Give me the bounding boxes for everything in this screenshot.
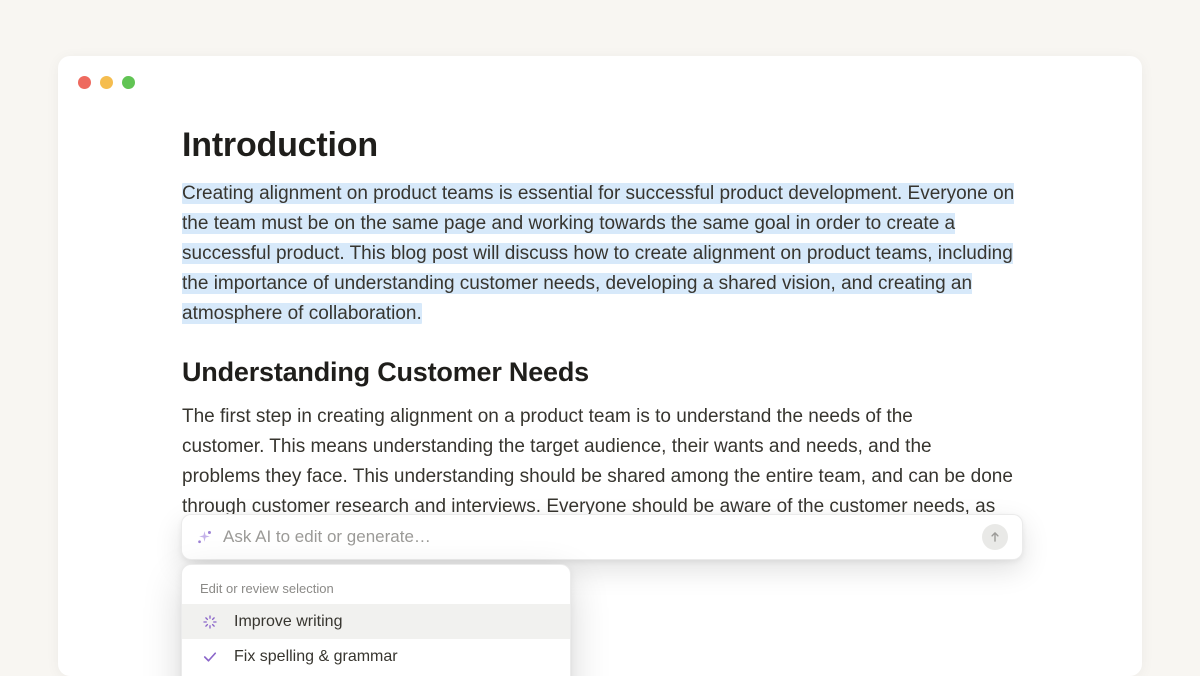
selected-text: Creating alignment on product teams is e… — [182, 183, 1014, 324]
section-body: The first step in creating alignment on … — [182, 402, 1022, 522]
window-minimize-button[interactable] — [100, 76, 113, 89]
window-zoom-button[interactable] — [122, 76, 135, 89]
page-title: Introduction — [182, 126, 1022, 165]
body-line: customer. This means understanding the t… — [182, 432, 1022, 462]
menu-item-label: Fix spelling & grammar — [234, 648, 398, 666]
ai-prompt-input[interactable] — [223, 527, 972, 547]
menu-item-improve-writing[interactable]: Improve writing — [182, 604, 570, 639]
section-heading: Understanding Customer Needs — [182, 357, 1022, 388]
menu-section-header: Edit or review selection — [182, 571, 570, 604]
window-controls — [78, 76, 135, 89]
menu-item-label: Improve writing — [234, 613, 342, 631]
document-body: Introduction Creating alignment on produ… — [182, 126, 1022, 522]
ai-actions-menu: Edit or review selection Improve writing — [181, 564, 571, 676]
menu-item-fix-spelling[interactable]: Fix spelling & grammar — [182, 639, 570, 674]
body-line: The first step in creating alignment on … — [182, 402, 1022, 432]
app-window: Introduction Creating alignment on produ… — [58, 56, 1142, 676]
intro-paragraph[interactable]: Creating alignment on product teams is e… — [182, 179, 1022, 329]
wand-icon — [200, 613, 220, 631]
send-button[interactable] — [982, 524, 1008, 550]
ai-prompt-bar[interactable] — [181, 514, 1023, 560]
window-close-button[interactable] — [78, 76, 91, 89]
check-icon — [200, 648, 220, 666]
sparkle-icon — [196, 529, 213, 546]
body-line: problems they face. This understanding s… — [182, 462, 1022, 492]
